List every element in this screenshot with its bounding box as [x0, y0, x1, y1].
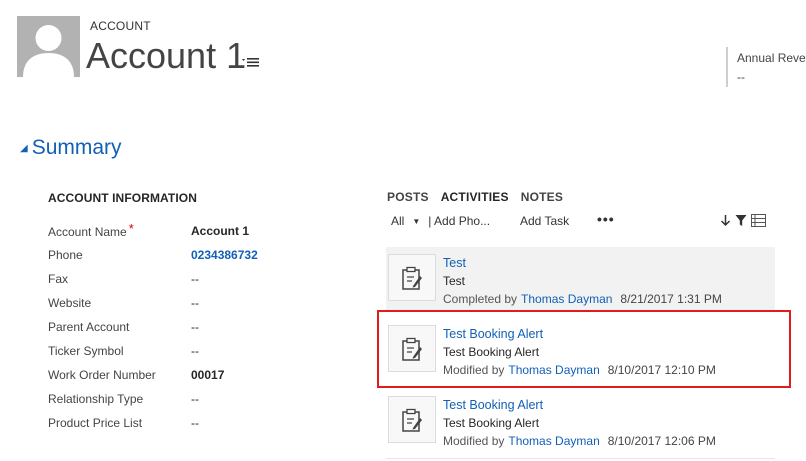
task-clipboard-icon: [388, 396, 436, 443]
activity-timestamp: 8/10/2017 12:06 PM: [607, 434, 716, 448]
field-label: Account Name: [48, 225, 127, 239]
entity-type-label: ACCOUNT: [90, 19, 151, 33]
field-label: Website: [48, 296, 92, 310]
activity-item[interactable]: Test Test Completed by Thomas Dayman 8/21/…: [386, 247, 775, 311]
field-value[interactable]: --: [191, 320, 199, 334]
add-task-button[interactable]: Add Task: [520, 214, 569, 228]
field-label: Fax: [48, 272, 69, 286]
field-value[interactable]: 00017: [191, 368, 224, 382]
activity-status: Completed by: [443, 292, 518, 306]
field-phone: Phone 0234386732: [48, 248, 348, 268]
field-value[interactable]: --: [191, 272, 199, 286]
activity-user-link[interactable]: Thomas Dayman: [521, 292, 612, 306]
view-list-icon[interactable]: [751, 214, 766, 232]
field-ticker-symbol: Ticker Symbol --: [48, 344, 348, 364]
activity-description: Test Booking Alert: [443, 416, 540, 430]
field-label: Parent Account: [48, 320, 130, 334]
field-website: Website --: [48, 296, 348, 316]
activity-description: Test: [443, 274, 466, 288]
task-clipboard-icon: [388, 254, 436, 301]
field-value[interactable]: --: [191, 392, 199, 406]
record-title: Account 1: [86, 35, 247, 76]
field-label: Work Order Number: [48, 368, 156, 382]
field-value[interactable]: --: [191, 344, 199, 358]
activity-timestamp: 8/21/2017 1:31 PM: [620, 292, 722, 306]
field-fax: Fax --: [48, 272, 348, 292]
summary-section-toggle[interactable]: ◢ Summary: [20, 136, 122, 160]
phone-link[interactable]: 0234386732: [191, 248, 258, 262]
avatar: [17, 16, 80, 77]
tab-notes[interactable]: NOTES: [521, 190, 563, 204]
field-relationship-type: Relationship Type --: [48, 392, 348, 412]
field-label: Relationship Type: [48, 392, 144, 406]
filter-icon[interactable]: [735, 214, 747, 232]
tab-activities[interactable]: ACTIVITIES: [441, 190, 509, 204]
annual-revenue-label: Annual Reven: [737, 51, 806, 65]
record-switcher-icon[interactable]: [241, 53, 261, 69]
activity-filter-label: All: [391, 214, 405, 228]
field-value[interactable]: --: [191, 296, 199, 310]
activity-user-link[interactable]: Thomas Dayman: [508, 434, 599, 448]
field-label: Phone: [48, 248, 83, 262]
field-label: Product Price List: [48, 416, 143, 430]
activity-status: Modified by: [443, 434, 505, 448]
highlight-box: [377, 310, 791, 388]
chevron-down-icon: ▼: [412, 216, 421, 226]
activity-meta: Completed by Thomas Dayman 8/21/2017 1:31 …: [443, 292, 722, 306]
activities-toolbar: All ▼ | Add Pho... Add Task •••: [391, 211, 614, 228]
sort-arrow-icon[interactable]: [720, 214, 731, 232]
tab-posts[interactable]: POSTS: [387, 190, 429, 204]
field-product-price-list: Product Price List --: [48, 416, 348, 436]
activity-item[interactable]: Test Booking Alert Test Booking Alert Mo…: [386, 389, 775, 453]
field-label: Ticker Symbol: [48, 344, 124, 358]
annual-revenue-value: --: [737, 70, 745, 84]
field-value[interactable]: --: [191, 416, 199, 430]
header-divider: [726, 47, 728, 87]
social-pane-tabs: POSTS ACTIVITIES NOTES: [387, 190, 563, 204]
activity-meta: Modified by Thomas Dayman 8/10/2017 12:06 …: [443, 434, 716, 448]
field-account-name: Account Name * Account 1: [48, 221, 348, 244]
activity-filter-dropdown[interactable]: All ▼: [391, 214, 420, 228]
add-phone-call-button[interactable]: | Add Pho...: [428, 214, 490, 228]
activity-title-link[interactable]: Test: [443, 256, 466, 270]
account-information-heading: ACCOUNT INFORMATION: [48, 191, 197, 205]
field-work-order-number: Work Order Number 00017: [48, 368, 348, 388]
required-marker: *: [128, 221, 134, 236]
summary-section-title: Summary: [31, 136, 122, 159]
more-commands-button[interactable]: •••: [597, 211, 615, 227]
field-value[interactable]: Account 1: [191, 224, 249, 238]
collapse-triangle-icon: ◢: [20, 142, 28, 154]
toolbar-right-actions: [720, 214, 766, 232]
field-parent-account: Parent Account --: [48, 320, 348, 340]
activity-title-link[interactable]: Test Booking Alert: [443, 398, 543, 412]
divider: [386, 458, 775, 459]
